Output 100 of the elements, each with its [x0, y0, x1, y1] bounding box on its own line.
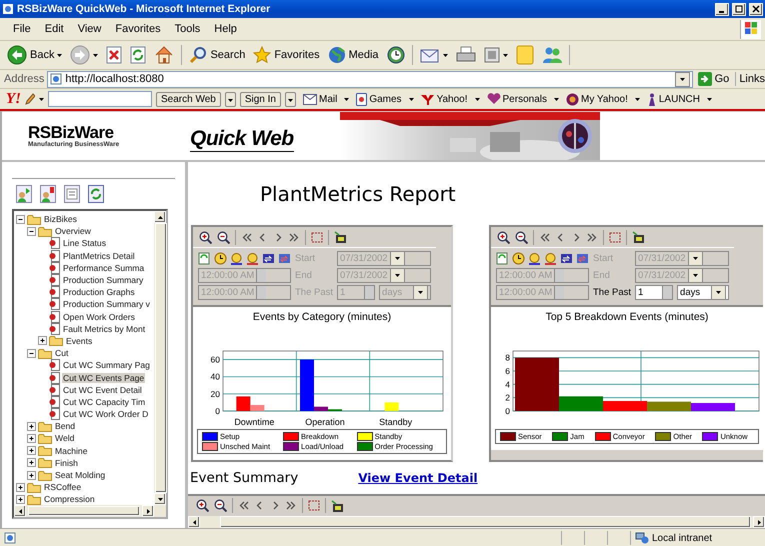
tree-item[interactable]: Fault Metrics by Mont [62, 324, 146, 334]
tree-item[interactable]: Performance Summa [62, 262, 146, 273]
dropdown-button[interactable] [284, 92, 296, 106]
tree-item[interactable]: Cut [54, 348, 70, 358]
scrollbar-thumb[interactable] [155, 223, 167, 493]
scrollbar-thumb[interactable] [28, 506, 140, 516]
address-field[interactable]: http://localhost:8080 [47, 70, 693, 88]
search-field[interactable] [48, 91, 152, 107]
tree-item[interactable]: PlantMetrics Detail [62, 250, 136, 261]
games-button[interactable]: Games [353, 92, 405, 106]
export-icon[interactable] [334, 231, 347, 244]
refresh-icon[interactable] [496, 252, 509, 266]
tree-item[interactable]: Weld [54, 433, 76, 444]
sign-in-button[interactable]: Sign In [240, 92, 281, 106]
go-button[interactable]: Go [696, 72, 736, 86]
menu-item[interactable]: View [70, 23, 108, 35]
tree-item[interactable]: Line Status [62, 238, 107, 248]
tree-item[interactable]: Bend [54, 421, 76, 432]
tree-item[interactable]: Cut WC Work Order D [62, 409, 150, 420]
refresh-icon[interactable] [198, 252, 211, 266]
zoom-out-icon[interactable] [515, 230, 528, 244]
scroll-right-button[interactable] [142, 505, 154, 517]
tree-item[interactable]: BizBikes [43, 214, 78, 224]
expand-toggle-icon[interactable] [27, 458, 36, 468]
double-chevron-left-icon[interactable] [539, 232, 550, 243]
scroll-down-button[interactable] [154, 493, 166, 505]
yahoo-button[interactable]: Yahoo! [418, 94, 471, 104]
tree-item[interactable]: Cut WC Capacity Tim [62, 396, 146, 407]
expand-toggle-icon[interactable] [38, 336, 47, 346]
menu-item[interactable]: Favorites [108, 23, 168, 35]
double-chevron-right-icon[interactable] [286, 500, 297, 512]
frame-icon[interactable] [308, 500, 320, 512]
view-detail-link[interactable]: View Event Detail [358, 470, 478, 485]
zoom-in-icon[interactable] [199, 230, 212, 244]
clock-icon[interactable] [214, 252, 227, 266]
tree-item[interactable]: Machine [54, 446, 88, 456]
document-icon[interactable] [64, 185, 80, 203]
scrollbar-thumb[interactable] [220, 516, 751, 528]
tree-item[interactable]: Cut WC Summary Pag [62, 360, 151, 370]
double-chevron-left-icon[interactable] [238, 500, 249, 512]
unit-dropdown[interactable]: days [677, 285, 730, 300]
expand-toggle-icon[interactable] [27, 422, 36, 431]
maximize-button[interactable] [732, 2, 746, 16]
pencil-icon[interactable] [25, 93, 35, 105]
tree-item[interactable]: Compression [43, 494, 96, 504]
tree-item[interactable]: Production Summary v [62, 299, 151, 310]
launch-button[interactable]: LAUNCH [644, 92, 703, 106]
search-web-button[interactable]: Search Web [156, 92, 221, 106]
personals-button[interactable]: Personals [484, 93, 550, 105]
tree-item[interactable]: Seat Molding [54, 470, 106, 480]
zoom-in-icon[interactable] [196, 499, 209, 512]
number-spinner[interactable]: 1 [635, 285, 674, 300]
minimize-button[interactable] [715, 2, 729, 16]
scroll-right-button[interactable] [753, 516, 765, 528]
dropdown-button[interactable] [224, 92, 236, 106]
scroll-left-button[interactable] [14, 505, 26, 517]
clock-icon[interactable] [512, 252, 525, 266]
search-button[interactable]: Search [186, 45, 248, 65]
myyahoo-button[interactable]: My Yahoo! [562, 92, 631, 106]
media-button[interactable]: Media [324, 45, 382, 65]
tree-item[interactable]: Cut WC Events Page [62, 372, 146, 383]
double-chevron-right-icon[interactable] [289, 232, 300, 243]
back-button[interactable]: Back [4, 44, 66, 66]
tree-item[interactable]: Events [65, 336, 94, 346]
tree-item[interactable]: Open Work Orders [62, 312, 136, 322]
close-button[interactable] [749, 2, 763, 16]
double-chevron-right-icon[interactable] [587, 232, 598, 243]
favorites-button[interactable]: Favorites [250, 45, 323, 65]
tree-item[interactable]: Finish [54, 458, 79, 468]
export-icon[interactable] [331, 500, 344, 512]
zoom-out-icon[interactable] [214, 499, 227, 512]
expand-toggle-icon[interactable] [16, 482, 25, 492]
links-label[interactable]: Links [739, 73, 765, 85]
scroll-up-button[interactable] [154, 211, 166, 223]
expand-toggle-icon[interactable] [27, 446, 36, 456]
zoom-in-icon[interactable] [497, 230, 510, 244]
tree-item[interactable]: Overview [54, 226, 92, 236]
menu-item[interactable]: Tools [168, 23, 208, 35]
refresh-icon[interactable] [88, 185, 104, 203]
tree-item[interactable]: Production Summary [62, 275, 144, 286]
toolbar-brand-mark[interactable]: Y! [6, 90, 21, 108]
menu-item[interactable]: Edit [38, 23, 71, 35]
export-icon[interactable] [632, 231, 645, 244]
menu-item[interactable]: File [6, 23, 38, 35]
collapse-toggle-icon[interactable] [16, 214, 25, 224]
scroll-left-button[interactable] [188, 516, 200, 528]
tree-item[interactable]: Production Graphs [62, 287, 136, 298]
collapse-toggle-icon[interactable] [27, 348, 36, 358]
frame-icon[interactable] [311, 232, 323, 243]
tree-item[interactable]: RSCoffee [43, 482, 82, 492]
expand-toggle-icon[interactable] [27, 434, 36, 443]
collapse-toggle-icon[interactable] [27, 226, 36, 236]
expand-toggle-icon[interactable] [27, 470, 36, 480]
expand-toggle-icon[interactable] [16, 494, 25, 504]
user-flag-icon[interactable] [40, 185, 56, 203]
frame-icon[interactable] [609, 232, 621, 243]
double-chevron-left-icon[interactable] [241, 232, 252, 243]
tree-item[interactable]: Cut WC Event Detail [62, 384, 143, 395]
mail-button[interactable]: Mail [300, 94, 340, 104]
menu-item[interactable]: Help [207, 23, 244, 35]
